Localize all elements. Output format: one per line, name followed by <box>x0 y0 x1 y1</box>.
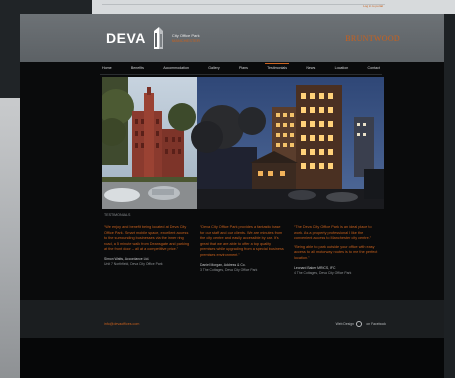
testimonial-card: “The Deva City Office Park is an ideal p… <box>294 225 380 276</box>
partner-logo[interactable]: BRUNTWOOD <box>345 34 400 43</box>
section-label: TESTIMONIALS <box>104 213 131 217</box>
nav-item-plans[interactable]: Plans <box>237 66 250 70</box>
main-navigation: Home Benefits Accommodation Gallery Plans Tes… <box>100 63 382 73</box>
logo-text: DEVA <box>106 30 146 46</box>
site-header: DEVA City Office Park MANCHESTER BRUNTWO… <box>20 14 444 62</box>
site-logo[interactable]: DEVA City Office Park MANCHESTER <box>106 27 200 49</box>
nav-divider <box>100 74 382 75</box>
testimonial-card: “We enjoy and benefit being located at D… <box>104 225 190 267</box>
testimonial-quote-continued: “Being able to park outside your office … <box>294 244 378 260</box>
hero-photo <box>102 77 384 209</box>
nav-item-gallery[interactable]: Gallery <box>206 66 221 70</box>
nav-item-location[interactable]: Location <box>333 66 351 70</box>
top-bar-rule <box>102 4 385 5</box>
testimonial-role: 4 The Cottages, Deva City Office Park <box>294 270 352 275</box>
footer-email-link[interactable]: info@devaoffices.com <box>104 322 139 326</box>
nav-item-news[interactable]: News <box>304 66 317 70</box>
testimonial-quote: “The Deva City Office Park is an ideal p… <box>294 225 372 241</box>
nav-item-benefits[interactable]: Benefits <box>129 66 146 70</box>
logo-subtitle-line-2: MANCHESTER <box>171 38 200 43</box>
testimonial-role: 3 The Cottages, Deva City Office Park <box>200 267 258 272</box>
footer-credit-link[interactable]: Web Design <box>336 322 354 326</box>
background-right-strip <box>444 14 455 378</box>
footer-bottom-band <box>20 338 444 378</box>
testimonial-card: “Deva City Office Park provides a fantas… <box>200 225 286 273</box>
background-top-bar <box>92 0 455 14</box>
testimonial-quote: “Deva City Office Park provides a fantas… <box>200 225 284 257</box>
facebook-icon[interactable] <box>356 321 362 327</box>
testimonial-quote: “We enjoy and benefit being located at D… <box>104 225 190 252</box>
tower-icon <box>150 27 168 49</box>
testimonial-role: Unit 7 Northfield, Deva City Office Park <box>104 261 163 266</box>
portal-link[interactable]: Log in to portal <box>363 4 383 8</box>
site-footer: info@devaoffices.com Web Design on Faceb… <box>20 300 444 338</box>
nav-item-contact[interactable]: Contact <box>366 66 382 70</box>
footer-social-link[interactable]: on Facebook <box>366 322 386 326</box>
strip-shade <box>0 98 20 378</box>
website-frame: DEVA City Office Park MANCHESTER BRUNTWO… <box>20 14 444 378</box>
nav-item-home[interactable]: Home <box>100 66 114 70</box>
logo-subtitle: City Office Park MANCHESTER <box>172 33 200 43</box>
nav-item-testimonials[interactable]: Testimonials <box>265 63 289 70</box>
background-left-strip <box>0 98 20 378</box>
nav-item-accommodation[interactable]: Accommodation <box>161 66 191 70</box>
